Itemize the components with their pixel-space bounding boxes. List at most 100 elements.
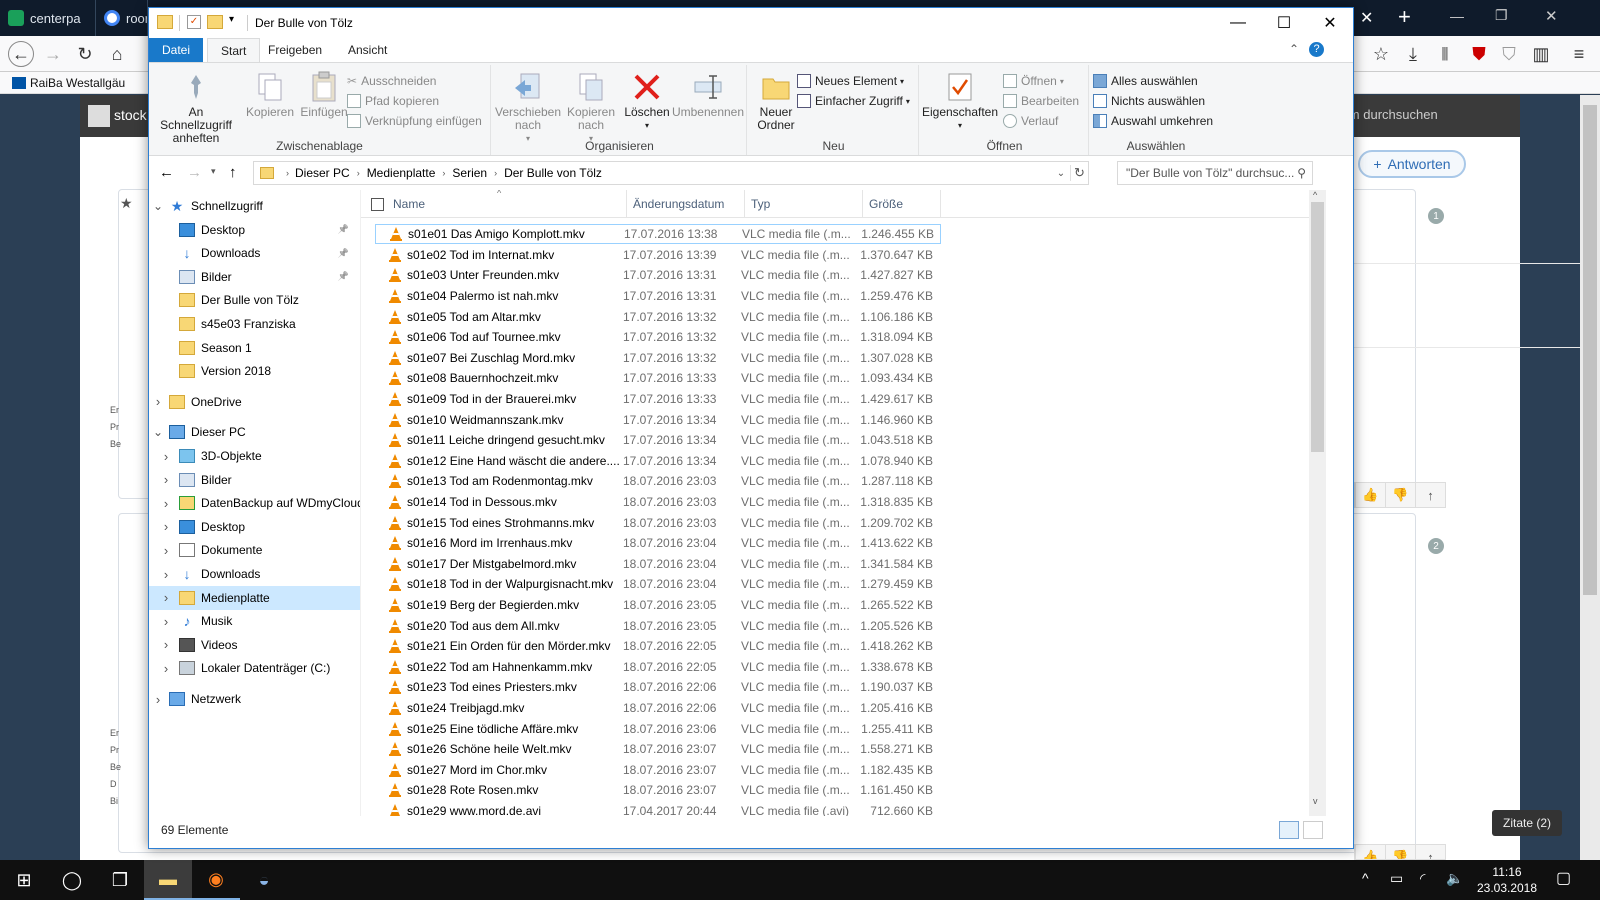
recent-dropdown-icon[interactable]: ▾ xyxy=(211,166,216,177)
pin-icon[interactable]: 📌 xyxy=(338,224,349,235)
new-tab-icon[interactable]: + xyxy=(1398,4,1411,30)
breadcrumb-item[interactable]: Der Bulle von Tölz xyxy=(504,166,602,180)
nav-item[interactable]: Bilder 📌 xyxy=(149,265,360,289)
file-row[interactable]: s01e07 Bei Zuschlag Mord.mkv 17.07.2016 1… xyxy=(375,348,941,368)
nav-item[interactable]: › Bilder xyxy=(149,468,360,492)
reload-icon[interactable]: ↻ xyxy=(72,41,98,67)
file-row[interactable]: s01e29 www.mord.de.avi 17.04.2017 20:44 VL… xyxy=(375,801,941,816)
pin-icon[interactable]: 📌 xyxy=(338,271,349,282)
thumbs-up-icon[interactable]: 👍 xyxy=(1355,483,1385,507)
wifi-icon[interactable]: ◜ xyxy=(1420,870,1425,887)
expand-chevron-icon[interactable]: › xyxy=(151,692,165,707)
show-hidden-icons[interactable]: ^ xyxy=(1362,870,1369,886)
file-row[interactable]: s01e09 Tod in der Brauerei.mkv 17.07.2016… xyxy=(375,389,941,409)
browser-scrollbar[interactable] xyxy=(1580,95,1600,860)
file-row[interactable]: s01e01 Das Amigo Komplott.mkv 17.07.2016 … xyxy=(375,224,941,245)
restore-browser-icon[interactable]: ❐ xyxy=(1495,7,1508,24)
pin-icon[interactable]: 📌 xyxy=(338,248,349,259)
file-row[interactable]: s01e21 Ein Orden für den Mörder.mkv 18.07… xyxy=(375,636,941,656)
home-icon[interactable]: ⌂ xyxy=(104,41,130,67)
task-view-icon[interactable]: ❐ xyxy=(96,860,144,900)
up-arrow-icon[interactable]: ↑ xyxy=(229,164,237,181)
file-row[interactable]: s01e23 Tod eines Priesters.mkv 18.07.2016… xyxy=(375,677,941,697)
expand-chevron-icon[interactable]: › xyxy=(159,567,173,582)
file-row[interactable]: s01e15 Tod eines Strohmanns.mkv 18.07.201… xyxy=(375,512,941,532)
file-row[interactable]: s01e27 Mord im Chor.mkv 18.07.2016 23:07 V… xyxy=(375,760,941,780)
scroll-up-icon[interactable]: ^ xyxy=(1313,190,1317,200)
paste-shortcut-button[interactable]: Verknüpfung einfügen xyxy=(347,111,482,131)
file-row[interactable]: s01e13 Tod am Rodenmontag.mkv 18.07.2016 … xyxy=(375,471,941,491)
file-row[interactable]: s01e19 Berg der Begierden.mkv 18.07.2016 … xyxy=(375,595,941,615)
downloads-icon[interactable]: ⤓ xyxy=(1400,41,1426,67)
nav-item[interactable]: ⌄ ★ Schnellzugriff xyxy=(149,194,360,218)
delete-button[interactable]: Löschen ▾ xyxy=(621,71,673,132)
history-button[interactable]: Verlauf xyxy=(1003,111,1079,131)
close-browser-icon[interactable]: ✕ xyxy=(1545,7,1558,25)
scrollbar-thumb[interactable] xyxy=(1583,105,1597,595)
shield-icon[interactable]: ⛉ xyxy=(1496,41,1522,67)
expand-chevron-icon[interactable]: › xyxy=(159,614,173,629)
tab-start[interactable]: Start xyxy=(207,38,261,62)
close-icon[interactable]: ✕ xyxy=(1307,8,1353,38)
nav-item[interactable]: › Lokaler Datenträger (C:) xyxy=(149,656,360,680)
thumbs-down-icon[interactable]: 👎 xyxy=(1385,845,1415,859)
nav-item[interactable]: Version 2018 xyxy=(149,359,360,383)
expand-chevron-icon[interactable]: › xyxy=(159,496,173,511)
nav-item[interactable]: › ♪ Musik xyxy=(149,609,360,633)
file-row[interactable]: s01e17 Der Mistgabelmord.mkv 18.07.2016 2… xyxy=(375,554,941,574)
file-row[interactable]: s01e20 Tod aus dem All.mkv 18.07.2016 23:… xyxy=(375,615,941,635)
nav-item[interactable]: Desktop 📌 xyxy=(149,218,360,242)
column-size[interactable]: Größe xyxy=(863,190,941,218)
file-row[interactable]: s01e04 Palermo ist nah.mkv 17.07.2016 13:… xyxy=(375,286,941,306)
file-row[interactable]: s01e28 Rote Rosen.mkv 18.07.2016 23:07 VLC… xyxy=(375,780,941,800)
file-row[interactable]: s01e25 Eine tödliche Affäre.mkv 18.07.201… xyxy=(375,718,941,738)
pin-quick-access-button[interactable]: An Schnellzugriff anheften xyxy=(153,71,239,145)
details-view-icon[interactable] xyxy=(1279,821,1299,839)
file-row[interactable]: s01e05 Tod am Altar.mkv 17.07.2016 13:32 V… xyxy=(375,306,941,326)
copy-button[interactable]: Kopieren xyxy=(241,71,299,119)
thumbs-down-icon[interactable]: 👎 xyxy=(1385,483,1415,507)
refresh-icon[interactable]: ↻ xyxy=(1070,165,1088,181)
copy-path-button[interactable]: Pfad kopieren xyxy=(347,91,482,111)
browser-tab[interactable]: roor xyxy=(96,0,148,36)
menu-icon[interactable]: ≡ xyxy=(1566,41,1592,67)
collapse-ribbon-icon[interactable]: ⌃ xyxy=(1289,42,1299,56)
maximize-icon[interactable]: ☐ xyxy=(1261,8,1307,38)
notification-icon[interactable]: ▢ xyxy=(1556,868,1571,888)
arrow-up-icon[interactable]: ↑ xyxy=(1415,483,1445,507)
windows-start-icon[interactable]: ⊞ xyxy=(0,860,48,900)
app-icon[interactable]: ◒ xyxy=(240,860,288,900)
minimize-browser-icon[interactable]: — xyxy=(1450,8,1464,24)
tab-ansicht[interactable]: Ansicht xyxy=(335,38,400,62)
column-name[interactable]: Name xyxy=(387,190,627,218)
expand-chevron-icon[interactable]: › xyxy=(159,472,173,487)
expand-chevron-icon[interactable]: › xyxy=(159,637,173,652)
column-date[interactable]: Änderungsdatum xyxy=(627,190,745,218)
file-row[interactable]: s01e08 Bauernhochzeit.mkv 17.07.2016 13:3… xyxy=(375,368,941,388)
select-all-button[interactable]: Alles auswählen xyxy=(1093,71,1213,91)
open-button[interactable]: Öffnen ▾ xyxy=(1003,71,1079,91)
new-folder-button[interactable]: Neuer Ordner xyxy=(753,71,799,132)
ublock-icon[interactable]: ⛊ xyxy=(1466,41,1492,67)
expand-chevron-icon[interactable]: › xyxy=(159,543,173,558)
nav-item[interactable]: › ↓ Downloads xyxy=(149,562,360,586)
star-icon[interactable]: ★ xyxy=(120,195,133,212)
expand-chevron-icon[interactable]: › xyxy=(159,519,173,534)
tab-freigeben[interactable]: Freigeben xyxy=(255,38,335,62)
cut-button[interactable]: ✂ Ausschneiden xyxy=(347,71,482,91)
expand-chevron-icon[interactable]: › xyxy=(159,449,173,464)
nav-item[interactable]: ⌄ Dieser PC xyxy=(149,420,360,444)
back-arrow-icon[interactable]: ← xyxy=(159,164,174,181)
back-icon[interactable]: ← xyxy=(8,41,34,67)
edit-button[interactable]: Bearbeiten xyxy=(1003,91,1079,111)
forward-icon[interactable]: → xyxy=(40,41,66,67)
bookmark-item[interactable]: RaiBa Westallgäu xyxy=(12,76,125,90)
search-input[interactable]: "Der Bulle von Tölz" durchsuc... ⚲ xyxy=(1117,161,1313,185)
nav-item[interactable]: › Desktop xyxy=(149,515,360,539)
library-icon[interactable]: ⫼ xyxy=(1432,41,1458,67)
file-row[interactable]: s01e10 Weidmannszank.mkv 17.07.2016 13:34… xyxy=(375,409,941,429)
nav-item[interactable]: Season 1 xyxy=(149,336,360,360)
clock[interactable]: 11:16 23.03.2018 xyxy=(1470,864,1544,896)
file-row[interactable]: s01e16 Mord im Irrenhaus.mkv 18.07.2016 2… xyxy=(375,533,941,553)
file-row[interactable]: s01e06 Tod auf Tournee.mkv 17.07.2016 13:… xyxy=(375,327,941,347)
